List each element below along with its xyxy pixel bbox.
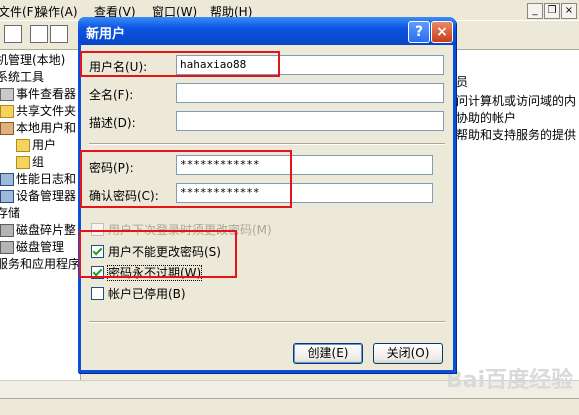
details-line: 协助的帐户 (456, 111, 517, 125)
menu-action[interactable]: 操作(A) (36, 3, 78, 20)
tree-item-label: 组 (32, 155, 45, 169)
status-bar (0, 398, 579, 415)
tree-item-label: 本地用户和 (16, 121, 77, 135)
folder-icon (16, 156, 30, 169)
tree-item-system-tools[interactable]: 系统工具 (0, 69, 44, 86)
details-pane: 员 问计算机或访问域的内 协助的帐户 帮助和支持服务的提供 (456, 50, 579, 380)
tree-item-label: 磁盘碎片整 (16, 223, 77, 237)
event-icon (0, 88, 14, 101)
tree-item-label: 共享文件夹 (16, 104, 77, 118)
tree-item-device-manager[interactable]: 设备管理器 (0, 188, 76, 205)
create-button[interactable]: 创建(E) (293, 343, 363, 364)
console-tree: 机管理(本地) 系统工具 事件查看器 共享文件夹 本地用户和 用户 组 性能日志… (0, 50, 81, 380)
separator (89, 143, 445, 145)
defrag-icon (0, 224, 14, 237)
annotation-box-checkboxes (79, 230, 237, 278)
tree-item-label: 设备管理器 (16, 189, 77, 203)
details-line: 帮助和支持服务的提供 (456, 128, 577, 142)
close-icon[interactable]: × (561, 3, 577, 19)
tree-item-label: 事件查看器 (16, 87, 77, 101)
separator (89, 321, 445, 323)
tree-item-label: 存储 (0, 206, 21, 220)
tree-item-label: 用户 (32, 138, 57, 152)
close-dialog-button[interactable]: 关闭(O) (373, 343, 443, 364)
checkbox-box (91, 287, 104, 300)
folder-icon (16, 139, 30, 152)
tree-item-performance[interactable]: 性能日志和 (0, 171, 76, 188)
fullname-field[interactable] (176, 83, 444, 103)
tree-item-event-viewer[interactable]: 事件查看器 (0, 86, 76, 103)
restore-icon[interactable]: ❐ (544, 3, 560, 19)
tree-scrollbar[interactable] (0, 380, 154, 399)
tree-item-services[interactable]: 服务和应用程序 (0, 256, 80, 273)
chart-icon (0, 173, 14, 186)
annotation-box-username (80, 51, 280, 77)
tree-item-label: 机管理(本地) (0, 53, 66, 67)
tree-item-label: 服务和应用程序 (0, 257, 81, 271)
details-line: 问计算机或访问域的内 (456, 94, 577, 108)
description-label: 描述(D): (89, 116, 136, 130)
tree-item-local-users[interactable]: 本地用户和 (0, 120, 76, 137)
annotation-box-password (80, 150, 292, 208)
tree-item-disk-management[interactable]: 磁盘管理 (0, 239, 64, 256)
dialog-title: 新用户 (86, 27, 126, 42)
disk-icon (0, 241, 14, 254)
tree-item-users[interactable]: 用户 (16, 137, 57, 154)
help-button[interactable]: ? (408, 21, 430, 43)
account-disabled-checkbox[interactable]: 帐户已停用(B) (91, 285, 186, 301)
description-field[interactable] (176, 111, 444, 131)
properties-icon[interactable] (50, 25, 68, 43)
tree-item-shared-folders[interactable]: 共享文件夹 (0, 103, 76, 120)
tree-item-groups[interactable]: 组 (16, 154, 44, 171)
dialog-titlebar[interactable]: 新用户 ? × (78, 17, 456, 45)
tree-item-label: 磁盘管理 (16, 240, 65, 254)
folder-icon (0, 105, 14, 118)
watermark: Bai百度经验 (446, 368, 574, 393)
close-icon[interactable]: × (431, 21, 453, 43)
back-icon[interactable] (4, 25, 22, 43)
tree-item-label: 系统工具 (0, 70, 45, 84)
device-icon (0, 190, 14, 203)
details-line: 员 (456, 75, 469, 89)
mdi-controls: _ ❐ × (526, 2, 577, 19)
tree-item-storage[interactable]: 存储 (0, 205, 20, 222)
minimize-icon[interactable]: _ (527, 3, 543, 19)
tree-item-defrag[interactable]: 磁盘碎片整 (0, 222, 76, 239)
tree-item-computer-management[interactable]: 机管理(本地) (0, 52, 65, 69)
show-hide-tree-icon[interactable] (30, 25, 48, 43)
menu-file[interactable]: 文件(F) (0, 3, 38, 20)
fullname-label: 全名(F): (89, 88, 134, 102)
checkbox-label: 帐户已停用(B) (108, 287, 186, 301)
users-icon (0, 122, 14, 135)
tree-item-label: 性能日志和 (16, 172, 77, 186)
